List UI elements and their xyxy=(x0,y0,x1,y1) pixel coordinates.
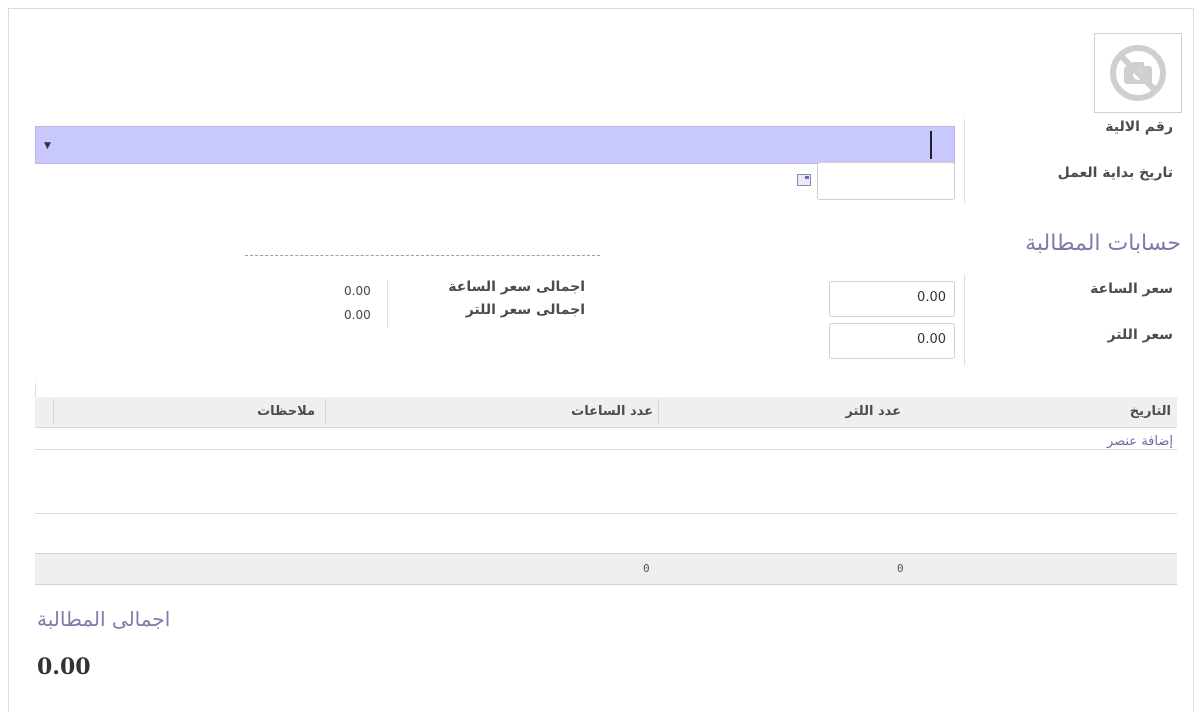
column-date[interactable]: التاريخ xyxy=(1130,404,1171,419)
table-header: التاريخ عدد اللتر عدد الساعات ملاحظات xyxy=(35,397,1177,428)
liter-price-label: سعر اللتر xyxy=(1107,327,1173,343)
claims-section-title: حسابات المطالبة xyxy=(1025,231,1181,256)
field-divider xyxy=(964,119,965,203)
table-footer-totals: 0 0 xyxy=(35,553,1177,585)
text-cursor xyxy=(930,131,932,159)
caret-down-icon[interactable]: ▼ xyxy=(44,141,51,151)
machine-number-label: رقم الالية xyxy=(1105,119,1173,135)
total-liter-price-value: 0.00 xyxy=(344,308,371,322)
calendar-icon[interactable] xyxy=(797,174,811,186)
add-item-link[interactable]: إضافة عنصر xyxy=(1107,434,1173,449)
total-divider xyxy=(387,281,388,327)
hour-price-label: سعر الساعة xyxy=(1090,281,1173,297)
field-divider xyxy=(964,275,965,365)
total-liters-sum: 0 xyxy=(897,562,904,575)
start-date-label: تاريخ بداية العمل xyxy=(1057,165,1173,181)
no-camera-icon xyxy=(1110,45,1166,101)
machine-number-select[interactable]: ▼ xyxy=(35,126,955,164)
total-hour-price-label: اجمالى سعر الساعة xyxy=(448,279,585,295)
total-claim-label: اجمالى المطالبة xyxy=(37,607,171,631)
column-hours[interactable]: عدد الساعات xyxy=(571,404,653,419)
column-liters[interactable]: عدد اللتر xyxy=(845,404,901,419)
hour-price-input[interactable]: 0.00 xyxy=(829,281,955,317)
total-claim-value: 0.00 xyxy=(37,654,91,680)
liter-price-input[interactable]: 0.00 xyxy=(829,323,955,359)
form-sheet: رقم الالية ▼ تاريخ بداية العمل حسابات ال… xyxy=(8,8,1194,712)
column-notes[interactable]: ملاحظات xyxy=(257,404,315,419)
dashed-separator xyxy=(245,255,600,256)
total-hour-price-value: 0.00 xyxy=(344,284,371,298)
row-separator xyxy=(35,513,1177,514)
image-placeholder[interactable] xyxy=(1094,33,1182,113)
row-separator xyxy=(35,449,1177,450)
start-date-input[interactable] xyxy=(817,162,955,200)
total-hours-sum: 0 xyxy=(643,562,650,575)
total-liter-price-label: اجمالى سعر اللتر xyxy=(465,302,585,318)
